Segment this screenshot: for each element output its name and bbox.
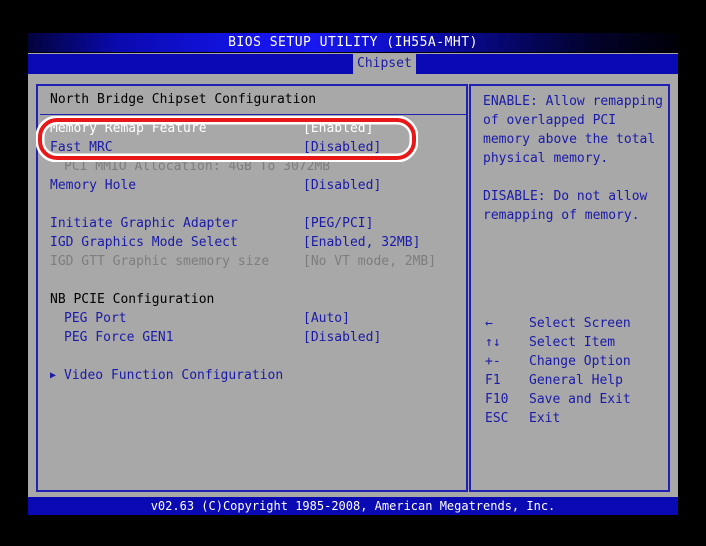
setting-row-peg-port[interactable]: PEG Port [Auto]	[38, 309, 466, 328]
help-paragraph-disable: DISABLE: Do not allow remapping of memor…	[483, 189, 648, 223]
help-paragraph-enable: ENABLE: Allow remapping of overlapped PC…	[483, 94, 664, 166]
key-legend-row-general-help: F1 General Help	[481, 371, 666, 390]
esc-key: ESC	[485, 411, 509, 426]
setting-label: Initiate Graphic Adapter	[50, 216, 238, 231]
setting-value[interactable]: [Enabled]	[303, 119, 373, 138]
settings-row-list: Memory Remap Feature [Enabled] Fast MRC …	[38, 119, 466, 385]
setting-label: PEG Port	[64, 311, 127, 326]
setting-label: Fast MRC	[50, 140, 113, 155]
triangle-right-icon: ▶	[50, 370, 57, 381]
setting-row-igd-graphics-mode-select[interactable]: IGD Graphics Mode Select [Enabled, 32MB]	[38, 233, 466, 252]
key-legend-row-save-and-exit: F10 Save and Exit	[481, 390, 666, 409]
body-area: North Bridge Chipset Configuration Memor…	[28, 74, 678, 515]
key-legend-row-select-item: ↑↓ Select Item	[481, 333, 666, 352]
key-legend-description: Change Option	[529, 354, 631, 369]
row-spacer	[38, 271, 466, 290]
key-legend: ← Select Screen ↑↓ Select Item +- Change…	[481, 314, 666, 428]
key-legend-description: Select Screen	[529, 316, 631, 331]
setting-value[interactable]: [Disabled]	[303, 138, 381, 157]
key-legend-row-exit: ESC Exit	[481, 409, 666, 428]
setting-label: Memory Remap Feature	[50, 121, 207, 136]
section-heading-nb-pcie-configuration: NB PCIE Configuration	[38, 290, 466, 309]
heading-divider	[40, 114, 468, 115]
submenu-label: Video Function Configuration	[64, 368, 284, 383]
setting-row-memory-hole[interactable]: Memory Hole [Disabled]	[38, 176, 466, 195]
setting-value[interactable]: [Disabled]	[303, 328, 381, 347]
setting-value[interactable]: [PEG/PCI]	[303, 214, 373, 233]
row-spacer	[38, 347, 466, 366]
key-legend-row-change-option: +- Change Option	[481, 352, 666, 371]
setting-row-igd-gtt-graphic-memory-size: IGD GTT Graphic smemory size [No VT mode…	[38, 252, 466, 271]
section-heading-label: NB PCIE Configuration	[50, 292, 215, 307]
setting-row-initiate-graphic-adapter[interactable]: Initiate Graphic Adapter [PEG/PCI]	[38, 214, 466, 233]
key-legend-description: Select Item	[529, 335, 616, 350]
setting-row-pci-mmio-allocation: PCI MMIO Allocation: 4GB To 3072MB	[38, 157, 466, 176]
key-legend-description: General Help	[529, 373, 623, 388]
help-text-block: ENABLE: Allow remapping of overlapped PC…	[483, 92, 665, 244]
settings-panel-heading: North Bridge Chipset Configuration	[50, 92, 317, 107]
key-legend-row-select-screen: ← Select Screen	[481, 314, 666, 333]
arrow-left-icon: ←	[485, 316, 493, 331]
screenshot-stage: BIOS SETUP UTILITY (IH55A-MHT) Chipset N…	[0, 0, 706, 546]
tab-chipset[interactable]: Chipset	[353, 54, 416, 74]
arrow-up-down-icon: ↑↓	[485, 335, 501, 350]
setting-label: PEG Force GEN1	[64, 330, 174, 345]
key-legend-description: Exit	[529, 411, 561, 426]
setting-row-fast-mrc[interactable]: Fast MRC [Disabled]	[38, 138, 466, 157]
setting-row-memory-remap-feature[interactable]: Memory Remap Feature [Enabled]	[38, 119, 466, 138]
help-panel: ENABLE: Allow remapping of overlapped PC…	[469, 84, 670, 492]
setting-label: Memory Hole	[50, 178, 137, 193]
title-bar: BIOS SETUP UTILITY (IH55A-MHT)	[28, 33, 678, 53]
setting-value[interactable]: [Auto]	[303, 309, 350, 328]
setting-label: PCI MMIO Allocation: 4GB To 3072MB	[64, 159, 331, 174]
bios-screen: BIOS SETUP UTILITY (IH55A-MHT) Chipset N…	[28, 33, 678, 515]
key-legend-description: Save and Exit	[529, 392, 631, 407]
tab-bar[interactable]: Chipset	[28, 54, 678, 74]
setting-value: [No VT mode, 2MB]	[303, 254, 437, 269]
plus-minus-key: +-	[485, 354, 501, 369]
submenu-row-video-function-configuration[interactable]: ▶ Video Function Configuration	[38, 366, 466, 385]
f1-key: F1	[485, 373, 501, 388]
setting-value[interactable]: [Enabled, 32MB]	[303, 233, 420, 252]
settings-panel: North Bridge Chipset Configuration Memor…	[36, 84, 468, 492]
page-title: BIOS SETUP UTILITY (IH55A-MHT)	[228, 35, 478, 50]
f10-key: F10	[485, 392, 509, 407]
setting-label: IGD Graphics Mode Select	[50, 235, 238, 250]
row-spacer	[38, 195, 466, 214]
setting-row-peg-force-gen1[interactable]: PEG Force GEN1 [Disabled]	[38, 328, 466, 347]
setting-value[interactable]: [Disabled]	[303, 176, 381, 195]
setting-label: IGD GTT Graphic smemory size	[50, 254, 270, 269]
footer-copyright: v02.63 (C)Copyright 1985-2008, American …	[28, 497, 678, 515]
